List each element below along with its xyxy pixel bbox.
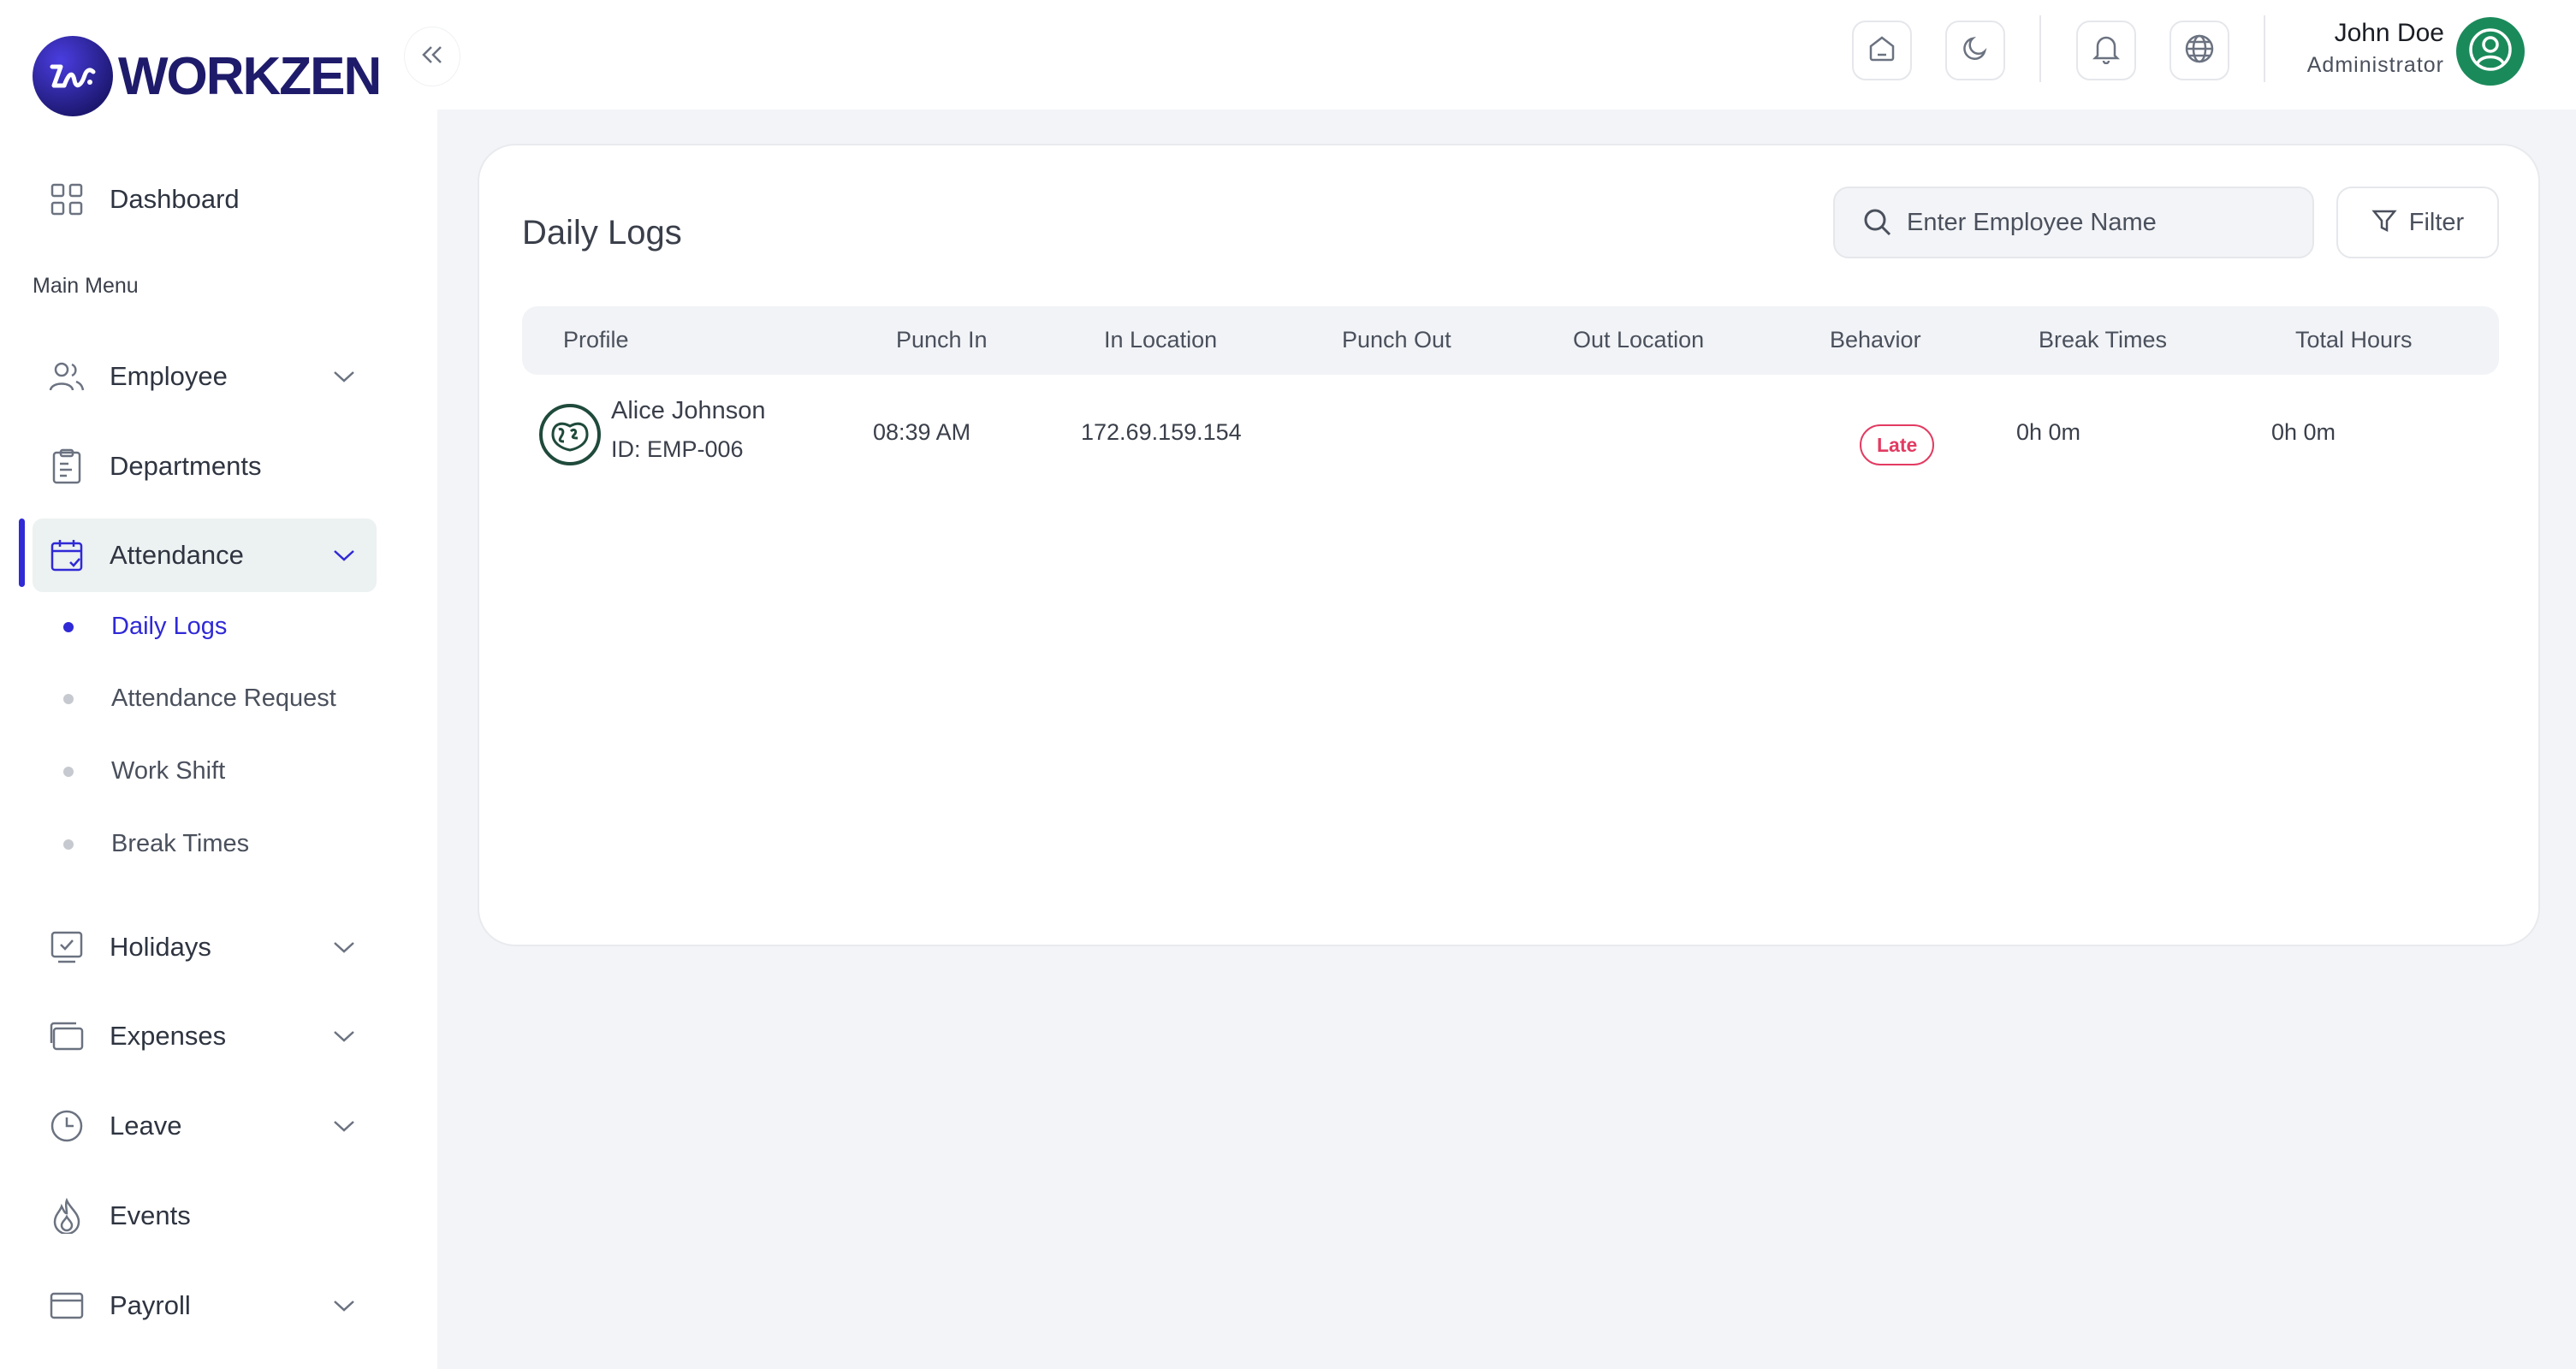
bullet-dot-icon [63,839,74,850]
column-header-profile[interactable]: Profile [563,327,629,353]
brand-name: WORKZEN [118,46,382,106]
column-header-out-location[interactable]: Out Location [1573,327,1704,353]
grid-icon [48,181,86,218]
home-button[interactable] [1852,21,1912,80]
sidebar-item-label: Expenses [110,1021,227,1051]
bell-icon [2092,33,2121,68]
bullet-dot-icon [63,621,74,632]
employee-avatar-icon [539,404,601,465]
filter-icon [2371,208,2397,238]
sidebar-subitem-attendance-request[interactable]: Attendance Request [63,684,336,713]
user-role: Administrator [2306,53,2444,77]
table-row[interactable]: Alice Johnson ID: EMP-006 08:39 AM 172.6… [522,385,2499,481]
chevron-down-icon [330,363,358,390]
avatar[interactable] [2456,17,2525,86]
sidebar-item-employee[interactable]: Employee [33,340,377,413]
sidebar-item-holidays[interactable]: Holidays [33,910,377,984]
sidebar-item-label: Payroll [110,1290,191,1320]
divider [2039,15,2041,82]
credit-card-icon [48,1287,86,1325]
chevron-down-icon [330,1022,358,1050]
sidebar-item-payroll[interactable]: Payroll [33,1269,377,1342]
table-header: Profile Punch In In Location Punch Out O… [522,306,2499,375]
column-header-punch-in[interactable]: Punch In [896,327,988,353]
sidebar-item-dashboard[interactable]: Dashboard [33,163,377,236]
column-header-behavior[interactable]: Behavior [1830,327,1921,353]
clipboard-icon [48,447,86,485]
status-badge: Late [1860,424,1935,465]
globe-icon [2184,33,2215,68]
sidebar-item-label: Leave [110,1111,182,1141]
column-header-punch-out[interactable]: Punch Out [1342,327,1451,353]
search-input[interactable] [1907,208,2300,237]
search-icon [1861,205,1895,240]
sidebar-subitem-work-shift[interactable]: Work Shift [63,757,225,785]
chevron-down-icon [330,933,358,961]
sidebar-subitem-label: Break Times [111,830,250,857]
notifications-button[interactable] [2076,21,2136,80]
daily-logs-card: Daily Logs Filter Profile Punch In In Lo… [478,144,2540,946]
bullet-dot-icon [63,693,74,704]
logo-icon [33,36,113,116]
total-hours-value: 0h 0m [2271,419,2336,445]
sidebar-item-attendance[interactable]: Attendance [33,519,377,592]
break-times-value: 0h 0m [2016,419,2081,445]
filter-button-label: Filter [2408,208,2465,236]
wallet-icon [48,1017,86,1055]
theme-toggle-button[interactable] [1945,21,2005,80]
divider [2264,15,2265,82]
moon-icon [1961,34,1990,68]
chevron-down-icon [330,1112,358,1140]
language-button[interactable] [2169,21,2229,80]
chevrons-left-icon [419,44,445,69]
employee-name[interactable]: Alice Johnson [611,397,766,425]
filter-button[interactable]: Filter [2336,187,2499,258]
bullet-dot-icon [63,766,74,777]
chevron-down-icon [330,542,358,569]
sidebar-item-label: Holidays [110,932,211,962]
clock-icon [48,1107,86,1145]
sidebar-subitem-daily-logs[interactable]: Daily Logs [63,613,227,641]
topbar: John Doe Administrator [437,0,2576,110]
sidebar-item-label: Dashboard [110,184,240,214]
sidebar-item-label: Attendance [110,540,244,570]
chevron-down-icon [330,1292,358,1319]
column-header-in-location[interactable]: In Location [1104,327,1217,353]
sidebar-item-label: Departments [110,451,262,481]
search-box[interactable] [1833,187,2314,258]
sidebar-item-label: Events [110,1200,191,1230]
collapse-sidebar-button[interactable] [405,27,460,86]
in-location-value: 172.69.159.154 [1081,419,1242,445]
column-header-total-hours[interactable]: Total Hours [2295,327,2413,353]
sidebar-subitem-label: Work Shift [111,757,226,785]
sidebar-subitem-break-times[interactable]: Break Times [63,830,249,858]
users-icon [48,358,86,395]
page-title: Daily Logs [522,214,682,252]
sidebar: WORKZEN Dashboard Main Menu Employee Dep… [0,0,437,1369]
active-indicator [19,519,25,587]
sidebar-subitem-label: Attendance Request [111,684,336,712]
column-header-break-times[interactable]: Break Times [2039,327,2167,353]
calendar-check-icon [48,536,86,574]
punch-in-value: 08:39 AM [873,419,971,445]
sidebar-subitem-label: Daily Logs [111,613,228,640]
sidebar-item-events[interactable]: Events [33,1179,377,1253]
sidebar-item-leave[interactable]: Leave [33,1089,377,1163]
user-circle-icon [2467,27,2514,77]
sidebar-item-departments[interactable]: Departments [33,430,377,503]
user-name: John Doe [2334,19,2444,47]
sidebar-item-label: Employee [110,361,228,391]
employee-id: ID: EMP-006 [611,436,744,462]
flame-icon [48,1197,86,1235]
brand-logo[interactable]: WORKZEN [33,36,382,116]
sidebar-item-expenses[interactable]: Expenses [33,999,377,1073]
section-label-main-menu: Main Menu [33,274,139,298]
home-icon [1867,34,1896,68]
monitor-check-icon [48,928,86,966]
